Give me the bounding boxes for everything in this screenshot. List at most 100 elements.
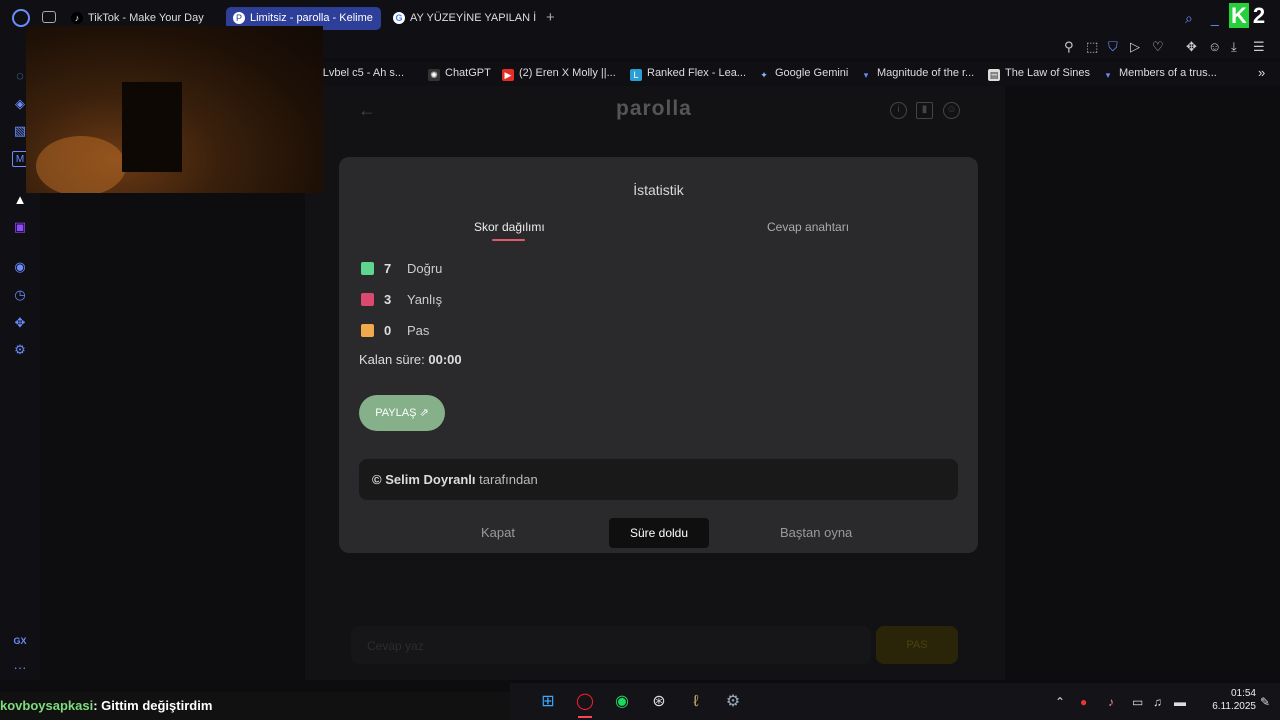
statistics-modal: İstatistik Skor dağılımı Cevap anahtarı … [339, 157, 978, 553]
bookmark-label: ) Lvbel c5 - Ah s... [316, 67, 405, 79]
khan-icon: ▾ [863, 70, 869, 80]
more-sidebar-icon[interactable]: ··· [12, 660, 28, 676]
copyright-symbol: © [372, 472, 382, 487]
twitch-icon[interactable]: ▣ [12, 219, 28, 235]
chatgpt-icon: ✺ [428, 69, 440, 81]
spotify-icon[interactable]: ◉ [611, 691, 633, 713]
bookmark-item[interactable]: ▶ (2) Eren X Molly ||... [502, 67, 616, 81]
league-icon: L [630, 69, 642, 81]
chat-username: kovboysapkasi [0, 698, 94, 713]
pass-swatch [361, 324, 374, 337]
bookmark-item[interactable]: L Ranked Flex - Lea... [630, 67, 746, 81]
opera-gx-taskbar-icon[interactable]: ◯ [574, 691, 596, 713]
stat-label: Pas [407, 323, 430, 338]
microphone-icon[interactable]: ♪ [1108, 695, 1114, 709]
tab-switcher-icon[interactable] [42, 11, 56, 23]
webcam-light [36, 136, 126, 193]
network-icon[interactable]: ▭ [1132, 695, 1143, 709]
windows-start-icon[interactable]: ⊞ [537, 691, 559, 713]
stat-count: 0 [384, 323, 392, 338]
brand-title: parolla [616, 97, 692, 120]
answer-input[interactable]: Cevap yaz [351, 626, 871, 664]
time-value: 00:00 [428, 352, 462, 367]
bookmark-item[interactable]: ▾ Members of a trus... [1102, 67, 1217, 81]
stat-label: Doğru [407, 261, 443, 276]
tab-label: TikTok - Make Your Day [88, 12, 204, 24]
play-icon[interactable]: ▷ [1130, 39, 1140, 55]
ai-icon[interactable]: ▲ [12, 192, 28, 208]
bookmark-label: The Law of Sines [1005, 67, 1090, 79]
wrong-swatch [361, 293, 374, 306]
restart-button[interactable]: Baştan oyna [780, 525, 852, 540]
screen: ♪ TikTok - Make Your Day P Limitsiz - pa… [0, 0, 1280, 720]
youtube-icon: ▶ [502, 69, 514, 81]
user-icon[interactable]: ☺ [943, 102, 960, 119]
k2-badge: K2 [1229, 3, 1265, 29]
stats-icon[interactable]: ▮ [916, 102, 933, 119]
tab-answer-key[interactable]: Cevap anahtarı [767, 220, 849, 234]
pin-icon[interactable]: ⚲ [1064, 39, 1074, 55]
tab-google[interactable]: G AY YÜZEYİNE YAPILAN İL [386, 7, 536, 30]
menu-icon[interactable]: ☰ [1253, 39, 1265, 55]
snapshot-icon[interactable]: ⬚ [1086, 39, 1098, 55]
bookmark-item[interactable]: ▾ Magnitude of the r... [860, 67, 975, 81]
heart-icon[interactable]: ♡ [1152, 39, 1164, 55]
notifications-icon[interactable]: ✎ [1260, 695, 1270, 709]
bookmark-label: Google Gemini [775, 67, 849, 79]
extensions-sidebar-icon[interactable]: ✥ [12, 315, 28, 331]
stat-count: 3 [384, 292, 392, 307]
tab-score-distribution[interactable]: Skor dağılımı [474, 220, 545, 234]
settings-icon[interactable]: ⚙ [12, 342, 28, 358]
system-clock[interactable]: 01:54 6.11.2025 [1198, 687, 1256, 713]
bookmark-item[interactable]: ▤ The Law of Sines [988, 67, 1090, 81]
stream-chat-line: kovboysapkasi: Gittim değiştirdim [0, 692, 510, 720]
minimize-icon[interactable]: _ [1211, 10, 1219, 26]
taskbar: ⊞ ◯ ◉ ⊛ ℓ ⚙ ⌃ ● ♪ ▭ ♫ ▬ 01:54 6.11.2025 … [510, 683, 1280, 720]
credit-box: © Selim Doyranlı tarafından [359, 459, 958, 500]
bookmark-item[interactable]: ✦ Google Gemini [758, 67, 848, 81]
bookmark-item[interactable]: ✺ ChatGPT [428, 67, 491, 81]
stat-count: 7 [384, 261, 392, 276]
khan-icon: ▾ [1105, 70, 1111, 80]
bookmark-label: Members of a trus... [1119, 67, 1217, 79]
more-bookmarks-button[interactable]: » [1258, 65, 1265, 80]
clock-time: 01:54 [1230, 688, 1256, 699]
active-tab-indicator [492, 239, 525, 241]
close-button[interactable]: Kapat [481, 525, 515, 540]
download-icon[interactable]: ⤓ [1231, 39, 1237, 55]
active-app-indicator [578, 716, 592, 718]
history-icon[interactable]: ◷ [12, 287, 28, 303]
steam-icon[interactable]: ⊛ [648, 691, 670, 713]
gx-control-label[interactable]: GX [12, 633, 28, 649]
tab-label: Limitsiz - parolla - Kelime [250, 12, 373, 24]
page-icon: ▤ [988, 69, 1000, 81]
tab-label: AY YÜZEYİNE YAPILAN İL [410, 12, 536, 24]
info-icon[interactable]: i [890, 102, 907, 119]
league-client-icon[interactable]: ℓ [685, 691, 707, 713]
settings-taskbar-icon[interactable]: ⚙ [722, 691, 744, 713]
bookmark-item[interactable]: ) Lvbel c5 - Ah s... [316, 67, 404, 79]
tray-expand-icon[interactable]: ⌃ [1055, 695, 1065, 709]
k2-number: 2 [1252, 3, 1266, 28]
tray-app-icon[interactable]: ● [1080, 695, 1087, 709]
time-expired-badge: Süre doldu [609, 518, 709, 548]
tiktok-icon: ♪ [71, 12, 83, 24]
profile-icon[interactable]: ☺ [1208, 39, 1221, 54]
webcam-doorway [122, 82, 182, 172]
new-tab-button[interactable]: + [546, 9, 555, 26]
battery-icon[interactable]: ▬ [1174, 695, 1186, 709]
search-icon[interactable]: ⌕ [1185, 10, 1193, 27]
clock-date: 6.11.2025 [1212, 701, 1256, 712]
extensions-icon[interactable]: ✥ [1186, 39, 1197, 55]
opera-gx-logo-icon[interactable] [12, 9, 30, 27]
author-name[interactable]: Selim Doyranlı [385, 472, 475, 487]
back-arrow-icon[interactable]: ← [358, 100, 376, 121]
remaining-time: Kalan süre: 00:00 [359, 352, 462, 367]
share-button[interactable]: PAYLAŞ ⇗ [359, 395, 445, 431]
pass-button[interactable]: PAS [876, 626, 958, 664]
stat-label: Yanlış [407, 292, 443, 307]
volume-icon[interactable]: ♫ [1153, 695, 1162, 709]
player-icon[interactable]: ◉ [12, 259, 28, 275]
modal-title: İstatistik [633, 182, 684, 198]
vpn-shield-icon[interactable]: ⛉ [1108, 39, 1118, 55]
